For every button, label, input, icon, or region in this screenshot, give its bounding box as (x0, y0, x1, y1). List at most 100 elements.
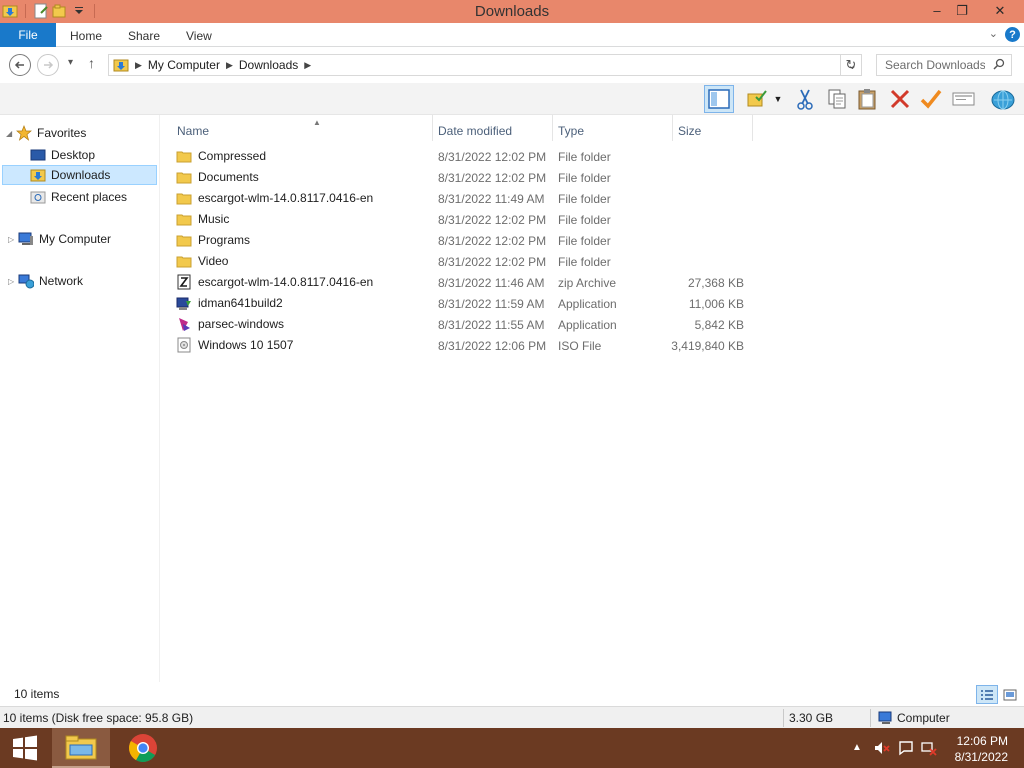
status-divider (870, 709, 871, 727)
file-row[interactable]: idman641build2 8/31/2022 11:59 AM Applic… (176, 292, 776, 313)
file-name: idman641build2 (198, 296, 283, 310)
parsec-app-icon (176, 316, 192, 332)
search-input[interactable] (885, 58, 985, 72)
navigation-pane: ◢ Favorites Desktop Downloads Recent pla… (0, 115, 160, 682)
network-disconnected-icon[interactable] (921, 740, 937, 756)
tab-share[interactable]: Share (128, 29, 160, 43)
column-divider[interactable] (432, 115, 433, 141)
file-row[interactable]: Programs 8/31/2022 12:02 PM File folder (176, 229, 776, 250)
breadcrumb-chevron-icon[interactable]: ▶ (135, 60, 142, 71)
cut-button[interactable] (790, 85, 820, 113)
new-folder-dropdown[interactable]: ▼ (770, 85, 786, 113)
column-header-name[interactable]: Name ▲ (177, 118, 321, 142)
file-row[interactable]: Video 8/31/2022 12:02 PM File folder (176, 250, 776, 271)
volume-muted-icon[interactable] (874, 740, 890, 756)
properties-button[interactable] (949, 85, 979, 113)
breadcrumb-downloads[interactable]: Downloads (239, 58, 298, 72)
details-bar: 10 items (Disk free space: 95.8 GB) 3.30… (0, 706, 1024, 728)
file-size: 27,368 KB (687, 276, 744, 290)
preview-pane-button[interactable] (704, 85, 734, 113)
status-selection-size: 3.30 GB (789, 711, 834, 725)
forward-button[interactable] (37, 54, 59, 76)
details-view-icon (981, 689, 993, 700)
start-button[interactable] (0, 728, 50, 768)
item-count: 10 items (14, 687, 60, 701)
large-icons-view-button[interactable] (999, 685, 1021, 704)
file-row[interactable]: escargot-wlm-14.0.8117.0416-en 8/31/2022… (176, 271, 776, 292)
column-divider[interactable] (752, 115, 753, 141)
nav-item-recent-places[interactable]: Recent places (30, 187, 127, 207)
recent-locations-icon[interactable]: ▾ (68, 57, 73, 68)
column-divider[interactable] (552, 115, 553, 141)
file-row[interactable]: Music 8/31/2022 12:02 PM File folder (176, 208, 776, 229)
search-icon[interactable] (993, 58, 1005, 73)
copy-button[interactable] (822, 85, 852, 113)
maximize-button[interactable]: ❐ (947, 0, 977, 21)
installer-icon (176, 295, 192, 311)
orange-check-icon (920, 89, 942, 109)
file-name: Documents (198, 170, 259, 184)
close-button[interactable]: ✕ (985, 0, 1015, 21)
tab-file[interactable]: File (0, 23, 56, 47)
file-date: 8/31/2022 12:02 PM (438, 255, 547, 269)
rename-button[interactable] (916, 85, 946, 113)
back-arrow-icon (14, 61, 24, 69)
file-name: Compressed (198, 149, 267, 163)
tab-home[interactable]: Home (70, 29, 102, 43)
window-title: Downloads (474, 3, 550, 20)
taskbar-chrome[interactable] (114, 728, 172, 768)
show-hidden-icons-icon[interactable]: ▲ (852, 742, 868, 758)
paste-button[interactable] (853, 85, 883, 113)
up-arrow-icon[interactable]: ↑ (88, 55, 95, 71)
file-name: Windows 10 1507 (198, 338, 294, 352)
nav-network[interactable]: ▷ Network (8, 271, 83, 291)
system-clock[interactable]: 12:06 PM 8/31/2022 (955, 733, 1008, 765)
file-date: 8/31/2022 12:02 PM (438, 150, 547, 164)
file-row[interactable]: escargot-wlm-14.0.8117.0416-en 8/31/2022… (176, 187, 776, 208)
file-type: ISO File (558, 339, 602, 353)
back-button[interactable] (9, 54, 31, 76)
refresh-button[interactable]: ↻ (840, 54, 862, 76)
column-header-date[interactable]: Date modified (438, 120, 512, 142)
breadcrumb-my-computer[interactable]: My Computer (148, 58, 220, 72)
delete-button[interactable] (885, 85, 915, 113)
details-view-button[interactable] (976, 685, 998, 704)
new-folder-button[interactable] (742, 85, 772, 113)
file-explorer-icon (65, 735, 97, 760)
breadcrumb-chevron-icon[interactable]: ▶ (226, 60, 233, 71)
file-date: 8/31/2022 11:46 AM (438, 276, 545, 290)
search-box[interactable] (876, 54, 1012, 76)
sort-ascending-icon: ▲ (313, 118, 321, 127)
column-header-size[interactable]: Size (678, 120, 701, 142)
address-bar[interactable]: ▶ My Computer ▶ Downloads ▶ ⌄ (108, 54, 862, 76)
file-type: File folder (558, 255, 611, 269)
nav-item-downloads[interactable]: Downloads (2, 165, 157, 185)
file-type: File folder (558, 150, 611, 164)
recent-places-icon (30, 189, 46, 205)
breadcrumb-chevron-icon[interactable]: ▶ (304, 60, 311, 71)
file-row[interactable]: Windows 10 1507 8/31/2022 12:06 PM ISO F… (176, 334, 776, 355)
column-header-type[interactable]: Type (558, 120, 584, 142)
expanded-chevron-icon[interactable]: ◢ (6, 129, 16, 138)
file-row[interactable]: Documents 8/31/2022 12:02 PM File folder (176, 166, 776, 187)
column-divider[interactable] (672, 115, 673, 141)
help-icon[interactable]: ? (1005, 27, 1020, 42)
file-row[interactable]: Compressed 8/31/2022 12:02 PM File folde… (176, 145, 776, 166)
nav-item-desktop[interactable]: Desktop (30, 145, 95, 165)
action-center-icon[interactable] (898, 740, 914, 756)
file-size: 11,006 KB (688, 297, 744, 311)
tab-view[interactable]: View (186, 29, 212, 43)
folder-icon (176, 148, 192, 164)
network-globe-button[interactable] (988, 85, 1018, 113)
collapsed-chevron-icon[interactable]: ▷ (8, 277, 18, 286)
file-name: Music (198, 212, 230, 226)
expand-ribbon-icon[interactable]: ⌄ (989, 27, 998, 40)
properties-card-icon (952, 92, 975, 106)
file-row[interactable]: parsec-windows 8/31/2022 11:55 AM Applic… (176, 313, 776, 334)
collapsed-chevron-icon[interactable]: ▷ (8, 235, 18, 244)
folder-icon (176, 169, 192, 185)
scissors-icon (797, 89, 813, 110)
nav-favorites[interactable]: ◢ Favorites (6, 123, 86, 143)
taskbar-file-explorer[interactable] (52, 728, 110, 768)
nav-my-computer[interactable]: ▷ My Computer (8, 229, 111, 249)
